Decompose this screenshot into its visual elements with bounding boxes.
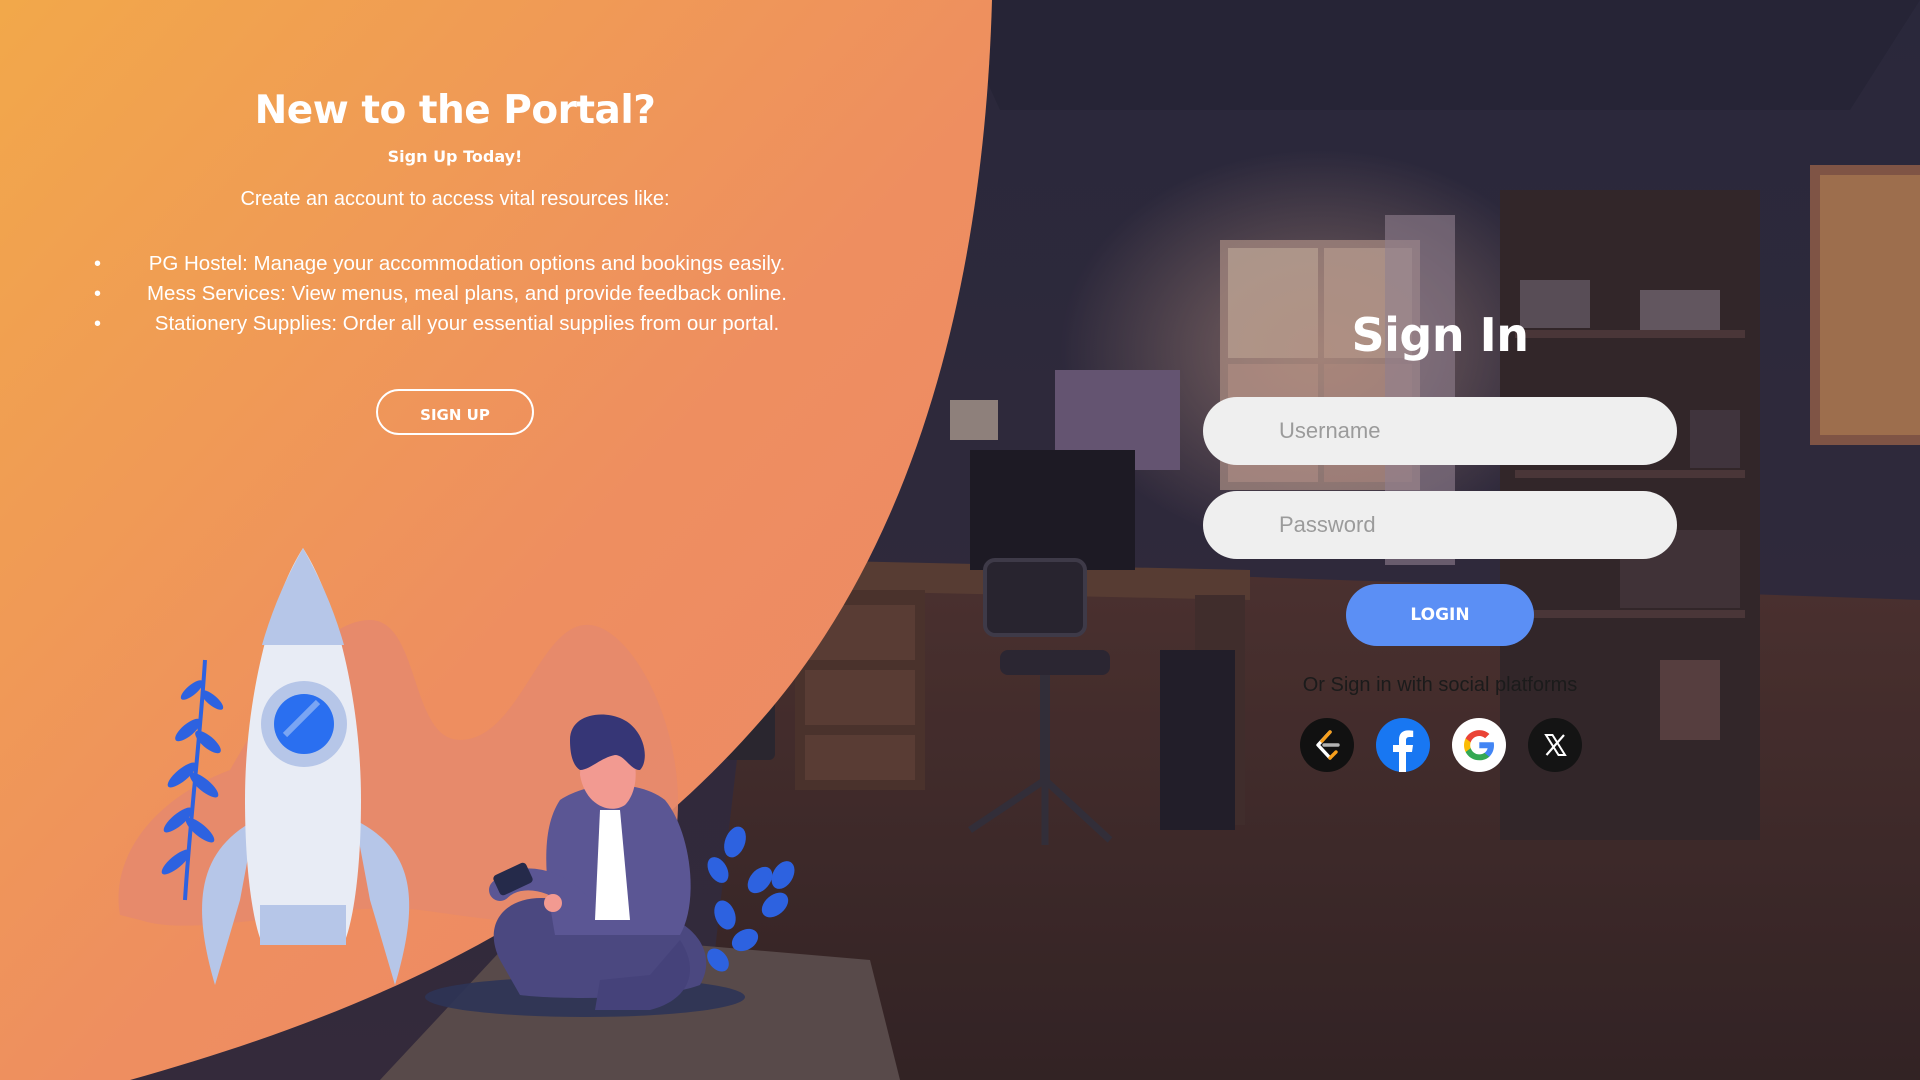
social-login-row <box>1300 718 1582 774</box>
bullet-icon: • <box>94 253 102 275</box>
signup-title: New to the Portal? <box>254 88 656 133</box>
leetcode-login-button[interactable] <box>1300 718 1354 772</box>
facebook-icon <box>1376 718 1430 772</box>
facebook-login-button[interactable] <box>1376 718 1430 772</box>
password-input[interactable] <box>1203 491 1677 559</box>
sign-up-button[interactable]: SIGN UP <box>376 389 534 435</box>
plant-illustration-right <box>707 826 795 972</box>
google-login-button[interactable] <box>1452 718 1506 772</box>
social-signin-text: Or Sign in with social platforms <box>1302 674 1578 696</box>
benefit-item-pg-hostel: • PG Hostel: Manage your accommodation op… <box>70 249 840 279</box>
benefit-list: • PG Hostel: Manage your accommodation op… <box>70 249 840 339</box>
x-icon <box>1528 718 1582 772</box>
sign-in-title: Sign In <box>1351 308 1529 362</box>
bullet-icon: • <box>94 283 102 305</box>
signup-panel: New to the Portal? Sign Up Today! Create… <box>70 80 840 435</box>
leetcode-icon <box>1300 718 1354 772</box>
signup-intro-text: Create an account to access vital resour… <box>240 188 670 210</box>
login-button[interactable]: LOGIN <box>1346 584 1534 646</box>
benefit-item-text: PG Hostel: Manage your accommodation opt… <box>148 252 786 275</box>
benefit-item-stationery: • Stationery Supplies: Order all your ess… <box>70 309 840 339</box>
benefit-item-text: Mess Services: View menus, meal plans, a… <box>146 282 787 305</box>
bullet-icon: • <box>94 313 102 335</box>
x-login-button[interactable] <box>1528 718 1582 772</box>
benefit-item-mess-services: • Mess Services: View menus, meal plans, … <box>70 279 840 309</box>
benefit-item-text: Stationery Supplies: Order all your esse… <box>154 312 780 335</box>
signup-subtitle: Sign Up Today! <box>387 147 523 166</box>
username-input[interactable] <box>1203 397 1677 465</box>
google-icon <box>1452 718 1506 772</box>
